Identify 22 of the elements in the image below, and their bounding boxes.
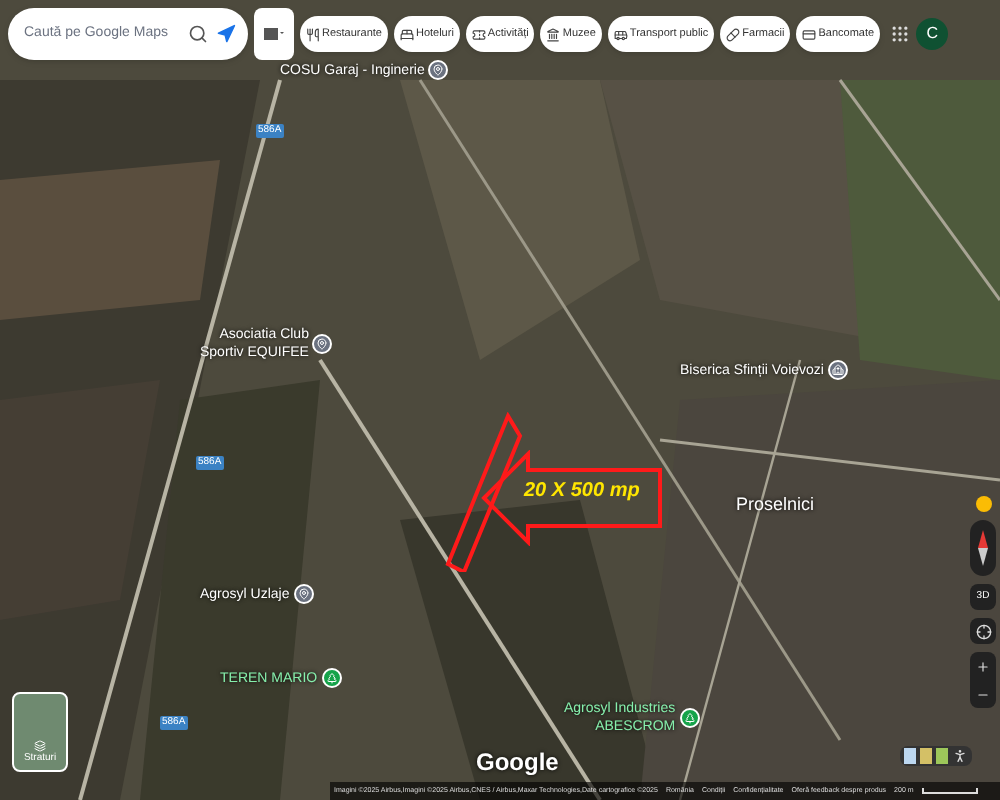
google-logo: Google xyxy=(476,746,559,780)
category-icon xyxy=(802,27,817,41)
pegman-icon[interactable] xyxy=(952,748,968,764)
scale-bar xyxy=(921,788,978,794)
arrow-icon xyxy=(480,450,664,546)
layers-icon xyxy=(34,739,46,751)
map-pin-icon[interactable] xyxy=(312,334,333,354)
category-icon xyxy=(471,27,486,41)
category-icon xyxy=(546,27,561,41)
my-location-icon[interactable] xyxy=(970,618,996,644)
category-icon xyxy=(399,27,414,41)
category-icon xyxy=(726,27,741,41)
category-icon xyxy=(613,27,628,41)
apps-icon[interactable] xyxy=(890,24,911,44)
compass-icon[interactable] xyxy=(970,520,996,576)
menu-icon[interactable] xyxy=(254,8,294,60)
category-icon xyxy=(306,27,320,41)
directions-icon[interactable] xyxy=(216,24,236,44)
place-label: Proselnici xyxy=(736,496,815,514)
zoom-in-icon[interactable] xyxy=(976,659,990,673)
search-icon[interactable] xyxy=(188,24,208,44)
plot-size-label: 20 X 500 mp xyxy=(524,478,640,506)
